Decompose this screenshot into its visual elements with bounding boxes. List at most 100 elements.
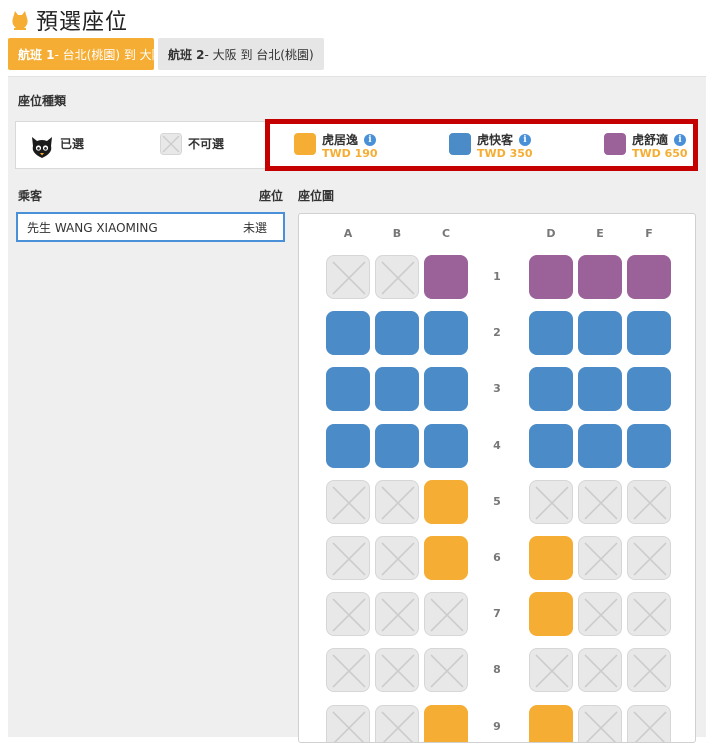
seat-4C[interactable] bbox=[424, 424, 468, 468]
seat-9D[interactable] bbox=[529, 705, 573, 742]
seat-9C[interactable] bbox=[424, 705, 468, 742]
seat-2F[interactable] bbox=[627, 311, 671, 355]
legend-selected: 已選 bbox=[30, 133, 84, 159]
seat-types-title: 座位種類 bbox=[18, 94, 67, 108]
legend-unavailable: 不可選 bbox=[160, 133, 224, 155]
fare-price: TWD 190 bbox=[322, 147, 378, 160]
seat-4E[interactable] bbox=[578, 424, 622, 468]
seat-5A bbox=[326, 480, 370, 524]
seat-row-number: 9 bbox=[493, 720, 501, 733]
seat-7F bbox=[627, 592, 671, 636]
seat-8C bbox=[424, 648, 468, 692]
passenger-row[interactable]: 先生 WANG XIAOMING 未選 bbox=[16, 212, 285, 242]
seat-4B[interactable] bbox=[375, 424, 419, 468]
fare-item-3: 虎舒適 i TWD 650 bbox=[604, 133, 688, 160]
tiger-face-icon bbox=[32, 137, 52, 158]
seat-row-number: 1 bbox=[493, 270, 501, 283]
seat-7A bbox=[326, 592, 370, 636]
seat-7D[interactable] bbox=[529, 592, 573, 636]
tab-flight-1-number: 航班 1 bbox=[18, 47, 55, 62]
fare-color-swatch bbox=[604, 133, 626, 155]
seat-5E bbox=[578, 480, 622, 524]
seat-8E bbox=[578, 648, 622, 692]
tab-flight-1[interactable]: 航班 1 - 台北(桃園) 到 大阪 bbox=[8, 38, 164, 70]
seat-7B bbox=[375, 592, 419, 636]
seat-6A bbox=[326, 536, 370, 580]
fare-price: TWD 650 bbox=[632, 147, 688, 160]
seat-8A bbox=[326, 648, 370, 692]
fare-types-highlight: 虎居逸 i TWD 190 虎快客 i TWD 350 虎舒適 i TWD 650 bbox=[265, 119, 698, 171]
tab-flight-1-route: - 台北(桃園) 到 大阪 bbox=[54, 47, 164, 62]
info-icon[interactable]: i bbox=[674, 134, 687, 146]
seat-1A bbox=[326, 255, 370, 299]
seat-2D[interactable] bbox=[529, 311, 573, 355]
tab-flight-2[interactable]: 航班 2 - 大阪 到 台北(桃園) bbox=[158, 38, 324, 70]
seat-1B bbox=[375, 255, 419, 299]
seat-6C[interactable] bbox=[424, 536, 468, 580]
fare-item-1: 虎居逸 i TWD 190 bbox=[294, 133, 378, 160]
seat-9E bbox=[578, 705, 622, 742]
seat-column-letter: F bbox=[645, 227, 653, 240]
seat-6F bbox=[627, 536, 671, 580]
seat-9B bbox=[375, 705, 419, 742]
seat-7C bbox=[424, 592, 468, 636]
seat-column-letter: A bbox=[343, 227, 353, 240]
seat-3A[interactable] bbox=[326, 367, 370, 411]
seat-3F[interactable] bbox=[627, 367, 671, 411]
seat-row-number: 3 bbox=[493, 382, 501, 395]
seat-3C[interactable] bbox=[424, 367, 468, 411]
tiger-icon bbox=[12, 11, 28, 30]
seat-5B bbox=[375, 480, 419, 524]
seat-1C[interactable] bbox=[424, 255, 468, 299]
seat-4D[interactable] bbox=[529, 424, 573, 468]
page-title: 預選座位 bbox=[36, 10, 129, 35]
seat-1E[interactable] bbox=[578, 255, 622, 299]
info-icon[interactable]: i bbox=[519, 134, 532, 146]
unavailable-seat-icon bbox=[160, 133, 182, 155]
flight-tabs: 航班 1 - 台北(桃園) 到 大阪 航班 2 - 大阪 到 台北(桃園) bbox=[8, 38, 328, 70]
passenger-column-header: 乘客 bbox=[18, 189, 43, 203]
fare-name: 虎快客 bbox=[477, 133, 514, 147]
fare-name: 虎居逸 bbox=[322, 133, 359, 147]
seat-8F bbox=[627, 648, 671, 692]
fare-item-2: 虎快客 i TWD 350 bbox=[449, 133, 533, 160]
seat-1D[interactable] bbox=[529, 255, 573, 299]
seat-selection-panel: 座位種類 已選 不可選 虎居逸 i TWD 190 虎快客 i TWD 350 … bbox=[8, 76, 706, 743]
seat-1F[interactable] bbox=[627, 255, 671, 299]
seat-2E[interactable] bbox=[578, 311, 622, 355]
seat-row-number: 8 bbox=[493, 663, 501, 676]
seat-4F[interactable] bbox=[627, 424, 671, 468]
seat-2A[interactable] bbox=[326, 311, 370, 355]
fare-price: TWD 350 bbox=[477, 147, 533, 160]
seat-column-letter: B bbox=[392, 227, 402, 240]
seat-legend: 已選 不可選 bbox=[15, 121, 295, 169]
page-header: 預選座位 bbox=[10, 6, 129, 35]
fare-name: 虎舒適 bbox=[632, 133, 669, 147]
seat-8D bbox=[529, 648, 573, 692]
info-icon[interactable]: i bbox=[364, 134, 377, 146]
seat-column-letter: D bbox=[546, 227, 556, 240]
seat-6B bbox=[375, 536, 419, 580]
seat-5C[interactable] bbox=[424, 480, 468, 524]
seat-column-header: 座位 bbox=[259, 189, 284, 203]
seat-column-letter: E bbox=[596, 227, 604, 240]
tab-flight-2-number: 航班 2 bbox=[168, 47, 205, 62]
seat-2C[interactable] bbox=[424, 311, 468, 355]
seat-3D[interactable] bbox=[529, 367, 573, 411]
seat-2B[interactable] bbox=[375, 311, 419, 355]
seat-row-number: 5 bbox=[493, 495, 501, 508]
seat-4A[interactable] bbox=[326, 424, 370, 468]
seat-row-number: 6 bbox=[493, 551, 501, 564]
seat-3B[interactable] bbox=[375, 367, 419, 411]
seat-row-number: 2 bbox=[493, 326, 501, 339]
seat-map-header: 座位圖 bbox=[298, 189, 335, 203]
seat-3E[interactable] bbox=[578, 367, 622, 411]
legend-unavailable-label: 不可選 bbox=[188, 137, 225, 151]
seat-6E bbox=[578, 536, 622, 580]
seat-6D[interactable] bbox=[529, 536, 573, 580]
seat-5F bbox=[627, 480, 671, 524]
seat-map: A B C D E F 1 2 3 4 5 6 7 8 9 bbox=[298, 213, 696, 743]
seat-column-letter: C bbox=[441, 227, 451, 240]
seat-8B bbox=[375, 648, 419, 692]
fare-color-swatch bbox=[449, 133, 471, 155]
